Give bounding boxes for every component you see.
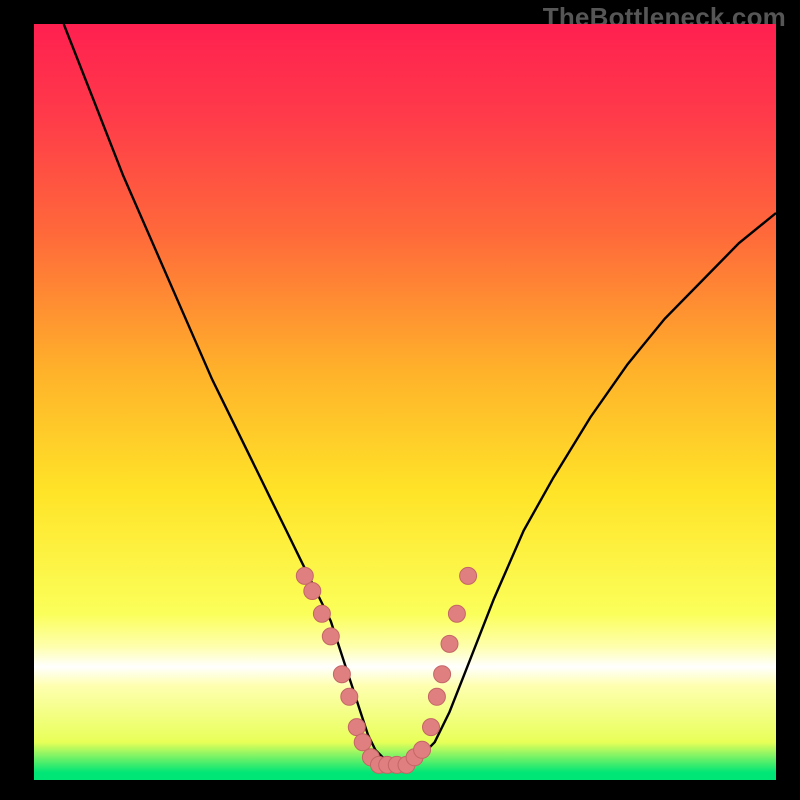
bottleneck-chart bbox=[34, 24, 776, 780]
gradient-background bbox=[34, 24, 776, 780]
curve-marker bbox=[304, 583, 321, 600]
curve-marker bbox=[348, 719, 365, 736]
chart-frame: TheBottleneck.com bbox=[0, 0, 800, 800]
curve-marker bbox=[414, 741, 431, 758]
curve-marker bbox=[441, 635, 458, 652]
curve-marker bbox=[313, 605, 330, 622]
curve-marker bbox=[434, 666, 451, 683]
curve-marker bbox=[448, 605, 465, 622]
curve-marker bbox=[460, 567, 477, 584]
curve-marker bbox=[333, 666, 350, 683]
curve-marker bbox=[423, 719, 440, 736]
curve-marker bbox=[428, 688, 445, 705]
curve-marker bbox=[341, 688, 358, 705]
curve-marker bbox=[354, 734, 371, 751]
curve-marker bbox=[296, 567, 313, 584]
curve-marker bbox=[322, 628, 339, 645]
